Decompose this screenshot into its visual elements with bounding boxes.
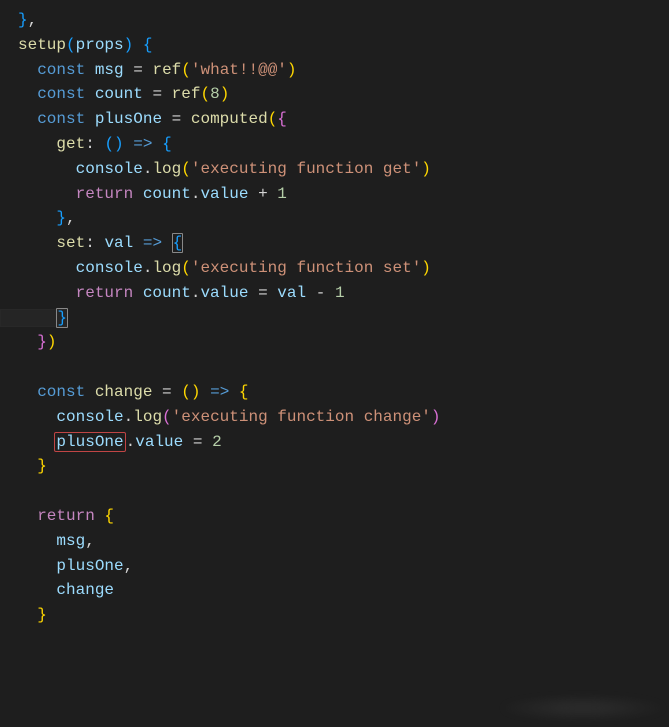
- code-line: }): [18, 333, 56, 351]
- code-line: },: [18, 209, 76, 227]
- code-line: [18, 482, 28, 500]
- code-line: },: [18, 11, 37, 29]
- code-line: plusOne,: [18, 557, 133, 575]
- code-line: [18, 358, 28, 376]
- code-line: }: [18, 606, 47, 624]
- highlighted-identifier: plusOne: [54, 432, 125, 452]
- watermark-smudge: [503, 695, 663, 721]
- code-line: return count.value + 1: [18, 185, 287, 203]
- code-line: }: [18, 457, 47, 475]
- code-line: get: () => {: [18, 135, 172, 153]
- code-line: const change = () => {: [18, 383, 249, 401]
- code-line: const msg = ref('what!!@@'): [18, 61, 297, 79]
- code-line: plusOne.value = 2: [18, 433, 222, 451]
- code-line: const count = ref(8): [18, 85, 229, 103]
- code-line: const plusOne = computed({: [18, 110, 287, 128]
- code-line: set: val => {: [18, 234, 183, 252]
- code-line: console.log('executing function get'): [18, 160, 431, 178]
- code-line: change: [18, 581, 114, 599]
- code-line-active: }: [18, 309, 68, 327]
- code-line: console.log('executing function change'): [18, 408, 441, 426]
- code-line: return {: [18, 507, 114, 525]
- code-line: setup(props) {: [18, 36, 152, 54]
- code-line: console.log('executing function set'): [18, 259, 431, 277]
- code-line: return count.value = val - 1: [18, 284, 345, 302]
- code-editor-area[interactable]: }, setup(props) { const msg = ref('what!…: [18, 8, 669, 628]
- code-line: msg,: [18, 532, 95, 550]
